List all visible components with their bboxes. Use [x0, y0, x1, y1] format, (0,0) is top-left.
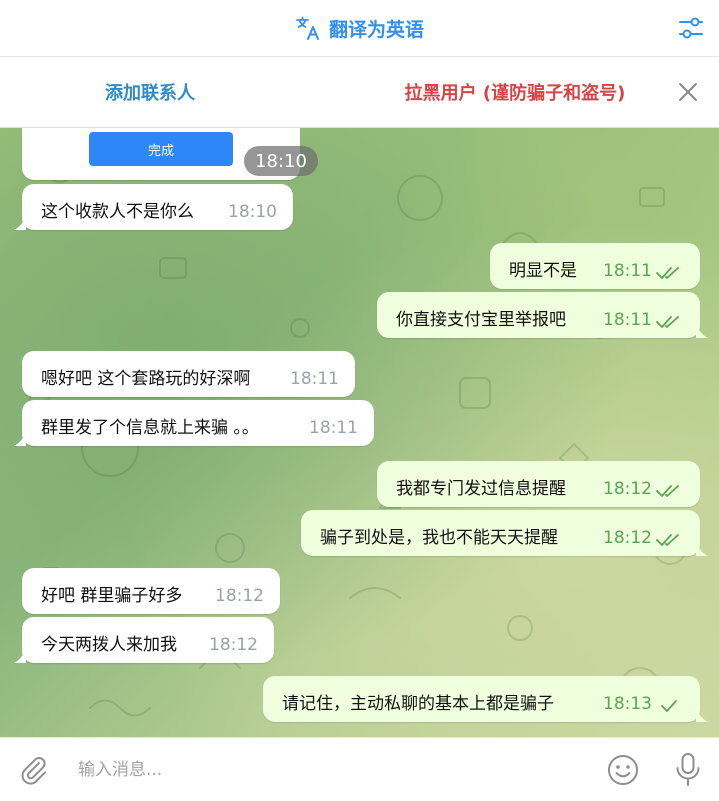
- translate-button[interactable]: 翻译为英语: [0, 0, 719, 56]
- message-text: 嗯好吧 这个套路玩的好深啊: [41, 369, 251, 389]
- chat-history[interactable]: 完成 18:10 这个收款人不是你么 18:10 明显不是 18:11 你直接支…: [0, 128, 719, 737]
- bubble-tail: [696, 542, 708, 556]
- translate-label: 翻译为英语: [328, 18, 424, 41]
- message-text: 我都专门发过信息提醒: [396, 479, 566, 499]
- add-contact-button[interactable]: 添加联系人: [40, 57, 260, 127]
- microphone-icon[interactable]: [674, 752, 702, 788]
- bubble-tail: [14, 649, 26, 663]
- message-incoming[interactable]: 这个收款人不是你么 18:10: [14, 184, 293, 230]
- contact-action-bar: 添加联系人 拉黑用户 (谨防骗子和盗号): [0, 57, 719, 128]
- bubble-tail: [696, 324, 708, 338]
- message-text: 明显不是: [509, 261, 577, 281]
- message-incoming[interactable]: 群里发了个信息就上来骗 。。 18:11: [14, 400, 374, 446]
- message-incoming[interactable]: 好吧 群里骗子好多 18:12: [22, 568, 280, 614]
- message-time: 18:12: [215, 586, 264, 606]
- message-time: 18:11: [309, 418, 358, 438]
- message-time: 18:11: [603, 261, 652, 281]
- message-text: 群里发了个信息就上来骗 。。: [41, 418, 259, 438]
- message-outgoing[interactable]: 你直接支付宝里举报吧 18:11: [377, 292, 708, 338]
- bubble-tail: [696, 708, 708, 722]
- message-time: 18:11: [603, 310, 652, 330]
- message-text: 请记住，主动私聊的基本上都是骗子: [282, 694, 554, 714]
- translate-icon: [296, 16, 319, 40]
- check-icon: [661, 700, 677, 712]
- message-outgoing[interactable]: 骗子到处是，我也不能天天提醒 18:12: [301, 510, 708, 556]
- sliders-icon[interactable]: [677, 14, 705, 42]
- message-incoming[interactable]: 嗯好吧 这个套路玩的好深啊 18:11: [22, 351, 355, 397]
- message-input[interactable]: [76, 750, 580, 790]
- message-outgoing[interactable]: 请记住，主动私聊的基本上都是骗子 18:13: [263, 676, 708, 722]
- done-button[interactable]: 完成: [89, 132, 233, 166]
- bubble-tail: [14, 216, 26, 230]
- message-text: 这个收款人不是你么: [41, 202, 194, 222]
- message-outgoing[interactable]: 明显不是 18:11: [490, 243, 700, 289]
- close-icon[interactable]: [675, 79, 701, 105]
- message-time: 18:12: [209, 635, 258, 655]
- message-time: 18:12: [603, 528, 652, 548]
- message-composer: [0, 737, 719, 801]
- double-check-icon: [656, 534, 679, 546]
- message-time: 18:11: [290, 369, 339, 389]
- message-outgoing[interactable]: 我都专门发过信息提醒 18:12: [377, 461, 700, 507]
- double-check-icon: [656, 316, 679, 328]
- message-text: 今天两拨人来加我: [41, 635, 177, 655]
- payment-card-remnant: 完成 18:10: [22, 128, 318, 180]
- message-text: 好吧 群里骗子好多: [41, 586, 183, 606]
- block-user-button[interactable]: 拉黑用户 (谨防骗子和盗号): [380, 57, 650, 127]
- message-text: 骗子到处是，我也不能天天提醒: [320, 528, 558, 548]
- bubble-tail: [14, 432, 26, 446]
- message-time: 18:13: [603, 694, 652, 714]
- message-time-pill: 18:10: [244, 146, 318, 176]
- double-check-icon: [656, 485, 679, 497]
- paperclip-icon[interactable]: [18, 754, 50, 786]
- message-time: 18:12: [603, 479, 652, 499]
- emoji-icon[interactable]: [606, 753, 640, 787]
- message-text: 你直接支付宝里举报吧: [396, 310, 566, 330]
- message-time: 18:10: [228, 202, 277, 222]
- double-check-icon: [656, 267, 679, 279]
- message-incoming[interactable]: 今天两拨人来加我 18:12: [14, 617, 274, 663]
- translate-bar: 翻译为英语: [0, 0, 719, 57]
